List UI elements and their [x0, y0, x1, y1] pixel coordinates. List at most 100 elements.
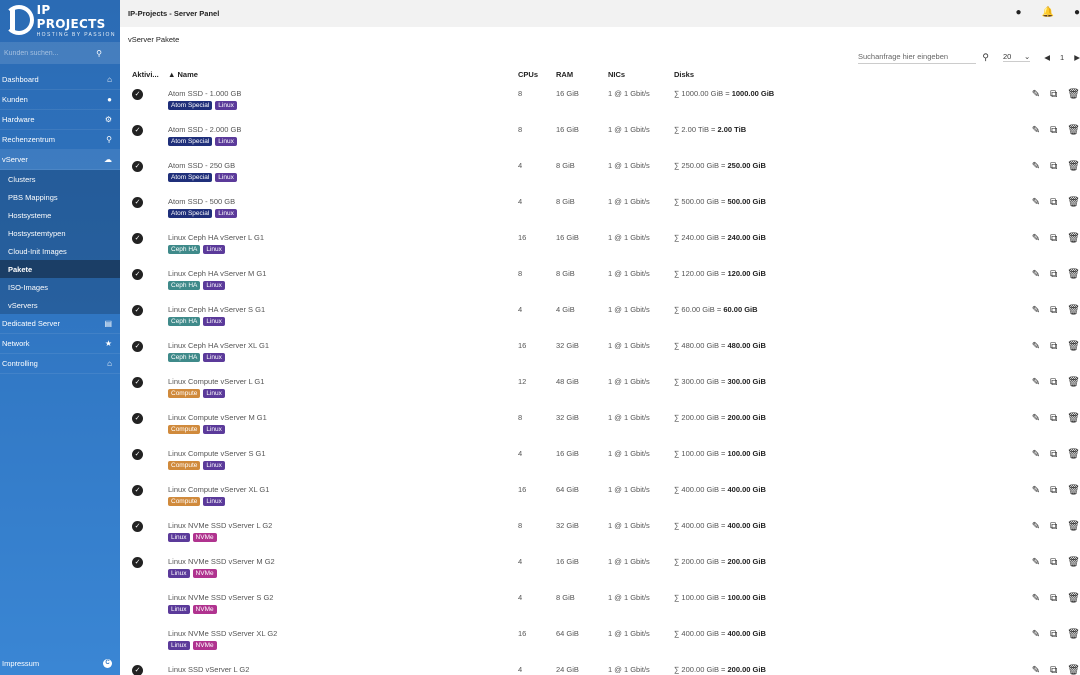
table-row[interactable]: ✓ Atom SSD - 250 GB Atom Special Linux 4 … [130, 153, 1080, 189]
trash-icon[interactable]: 🗑 [1067, 665, 1080, 675]
table-row[interactable]: ✓ Atom SSD - 1.000 GB Atom Special Linux … [130, 81, 1080, 117]
edit-icon[interactable]: ✎ [1032, 485, 1040, 496]
table-row[interactable]: ✓ Linux Compute vServer M G1 Compute Linu… [130, 405, 1080, 441]
copy-icon[interactable]: ⧉ [1050, 233, 1057, 244]
copy-icon[interactable]: ⧉ [1050, 377, 1057, 388]
trash-icon[interactable]: 🗑 [1067, 593, 1080, 604]
sidebar-subitem-pbs-mappings[interactable]: PBS Mappings [0, 188, 120, 206]
copy-icon[interactable]: ⧉ [1050, 413, 1057, 424]
copy-icon[interactable]: ⧉ [1050, 629, 1057, 640]
table-row[interactable]: ✓ Atom SSD - 2.000 GB Atom Special Linux … [130, 117, 1080, 153]
copy-icon[interactable]: ⧉ [1050, 89, 1057, 100]
table-row[interactable]: ✓ Linux NVMe SSD vServer L G2 Linux NVMe … [130, 513, 1080, 549]
trash-icon[interactable]: 🗑 [1067, 269, 1080, 280]
copy-icon[interactable]: ⧉ [1050, 125, 1057, 136]
trash-icon[interactable]: 🗑 [1067, 233, 1080, 244]
copy-icon[interactable]: ⧉ [1050, 197, 1057, 208]
trash-icon[interactable]: 🗑 [1067, 125, 1080, 136]
lightbulb-icon[interactable]: ● [1015, 7, 1021, 18]
sidebar-subitem-clusters[interactable]: Clusters [0, 170, 120, 188]
edit-icon[interactable]: ✎ [1032, 269, 1040, 280]
next-page-icon[interactable]: ▶ [1074, 53, 1080, 62]
edit-icon[interactable]: ✎ [1032, 413, 1040, 424]
table-row[interactable]: ✓ Atom SSD - 500 GB Atom Special Linux 4 … [130, 189, 1080, 225]
sidebar-item-hardware[interactable]: Hardware ⚙ [0, 110, 120, 130]
prev-page-icon[interactable]: ◀ [1044, 53, 1050, 62]
col-nics[interactable]: NICs [608, 69, 674, 81]
sidebar-subitem-vservers[interactable]: vServers [0, 296, 120, 314]
table-row[interactable]: ✓ Linux Ceph HA vServer M G1 Ceph HA Linu… [130, 261, 1080, 297]
copy-icon[interactable]: ⧉ [1050, 665, 1057, 675]
sidebar-item-controlling[interactable]: Controlling ⌂ [0, 354, 120, 374]
sidebar-item-dedicated-server[interactable]: Dedicated Server ▤ [0, 314, 120, 334]
edit-icon[interactable]: ✎ [1032, 449, 1040, 460]
edit-icon[interactable]: ✎ [1032, 89, 1040, 100]
copy-icon[interactable]: ⧉ [1050, 557, 1057, 568]
copy-icon[interactable]: ⧉ [1050, 341, 1057, 352]
edit-icon[interactable]: ✎ [1032, 629, 1040, 640]
trash-icon[interactable]: 🗑 [1067, 377, 1080, 388]
edit-icon[interactable]: ✎ [1032, 665, 1040, 675]
edit-icon[interactable]: ✎ [1032, 557, 1040, 568]
edit-icon[interactable]: ✎ [1032, 377, 1040, 388]
trash-icon[interactable]: 🗑 [1067, 89, 1080, 100]
copy-icon[interactable]: ⧉ [1050, 161, 1057, 172]
sidebar-subitem-cloud-init-images[interactable]: Cloud-Init Images [0, 242, 120, 260]
trash-icon[interactable]: 🗑 [1067, 629, 1080, 640]
sidebar-item-vserver[interactable]: vServer ☁ [0, 150, 120, 170]
user-icon[interactable]: ● [1074, 7, 1080, 18]
copy-icon[interactable]: ⧉ [1050, 269, 1057, 280]
trash-icon[interactable]: 🗑 [1067, 161, 1080, 172]
copy-icon[interactable]: ⧉ [1050, 305, 1057, 316]
trash-icon[interactable]: 🗑 [1067, 557, 1080, 568]
table-row[interactable]: ✓ Linux Ceph HA vServer XL G1 Ceph HA Lin… [130, 333, 1080, 369]
copy-icon[interactable]: ⧉ [1050, 521, 1057, 532]
customer-search-input[interactable] [4, 49, 84, 57]
col-name[interactable]: ▲ Name [168, 69, 518, 81]
edit-icon[interactable]: ✎ [1032, 197, 1040, 208]
table-row[interactable]: Linux NVMe SSD vServer XL G2 Linux NVMe 1… [130, 621, 1080, 657]
trash-icon[interactable]: 🗑 [1067, 305, 1080, 316]
sidebar-item-dashboard[interactable]: Dashboard ⌂ [0, 70, 120, 90]
search-icon[interactable]: ⚲ [96, 49, 102, 58]
table-row[interactable]: ✓ Linux Compute vServer S G1 Compute Linu… [130, 441, 1080, 477]
col-cpus[interactable]: CPUs [518, 69, 556, 81]
table-search-input[interactable] [858, 50, 977, 64]
sidebar-subitem-pakete[interactable]: Pakete [0, 260, 120, 278]
sidebar-item-rechenzentrum[interactable]: Rechenzentrum ⚲ [0, 130, 120, 150]
edit-icon[interactable]: ✎ [1032, 521, 1040, 532]
edit-icon[interactable]: ✎ [1032, 593, 1040, 604]
bell-icon[interactable]: 🔔 [1042, 7, 1054, 18]
logo[interactable]: IP PROJECTS HOSTING BY PASSION [0, 0, 120, 40]
table-row[interactable]: ✓ Linux Ceph HA vServer S G1 Ceph HA Linu… [130, 297, 1080, 333]
col-disks[interactable]: Disks [674, 69, 1014, 81]
table-row[interactable]: ✓ Linux Compute vServer L G1 Compute Linu… [130, 369, 1080, 405]
edit-icon[interactable]: ✎ [1032, 125, 1040, 136]
trash-icon[interactable]: 🗑 [1067, 449, 1080, 460]
table-row[interactable]: Linux NVMe SSD vServer S G2 Linux NVMe 4 … [130, 585, 1080, 621]
trash-icon[interactable]: 🗑 [1067, 485, 1080, 496]
table-row[interactable]: ✓ Linux SSD vServer L G2 4 24 GiB 1 @ 1 … [130, 657, 1080, 675]
sidebar-subitem-iso-images[interactable]: ISO-Images [0, 278, 120, 296]
table-row[interactable]: ✓ Linux Compute vServer XL G1 Compute Lin… [130, 477, 1080, 513]
trash-icon[interactable]: 🗑 [1067, 197, 1080, 208]
sidebar-item-impressum[interactable]: Impressum C [0, 653, 120, 673]
edit-icon[interactable]: ✎ [1032, 341, 1040, 352]
edit-icon[interactable]: ✎ [1032, 161, 1040, 172]
sidebar-subitem-hostsystemtypen[interactable]: Hostsystemtypen [0, 224, 120, 242]
copy-icon[interactable]: ⧉ [1050, 485, 1057, 496]
search-icon[interactable]: ⚲ [982, 52, 989, 63]
trash-icon[interactable]: 🗑 [1067, 413, 1080, 424]
copy-icon[interactable]: ⧉ [1050, 449, 1057, 460]
table-row[interactable]: ✓ Linux NVMe SSD vServer M G2 Linux NVMe … [130, 549, 1080, 585]
table-row[interactable]: ✓ Linux Ceph HA vServer L G1 Ceph HA Linu… [130, 225, 1080, 261]
sidebar-item-network[interactable]: Network ★ [0, 334, 120, 354]
col-ram[interactable]: RAM [556, 69, 608, 81]
col-active[interactable]: Aktivi... [130, 69, 168, 81]
trash-icon[interactable]: 🗑 [1067, 341, 1080, 352]
edit-icon[interactable]: ✎ [1032, 305, 1040, 316]
edit-icon[interactable]: ✎ [1032, 233, 1040, 244]
sidebar-subitem-hostsysteme[interactable]: Hostsysteme [0, 206, 120, 224]
page-size-select[interactable]: 20 ⌄ [1002, 52, 1031, 62]
sidebar-item-kunden[interactable]: Kunden ● [0, 90, 120, 110]
